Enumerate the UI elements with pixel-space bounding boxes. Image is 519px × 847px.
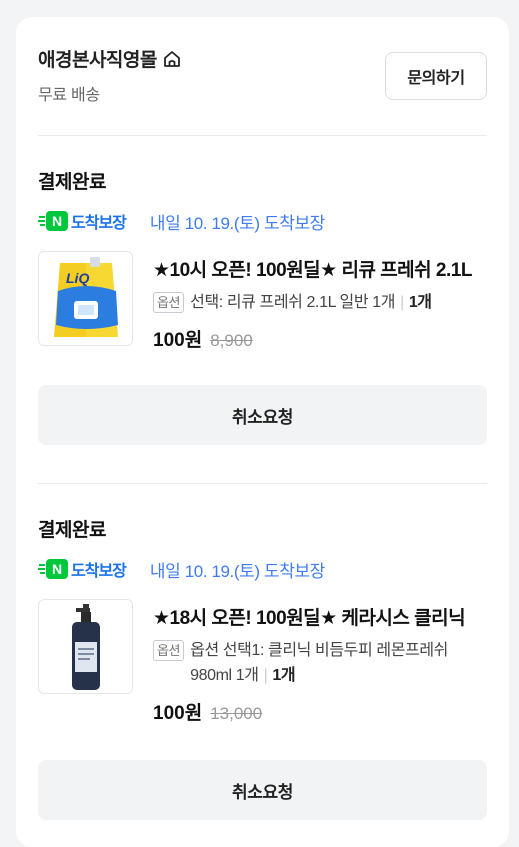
seller-name[interactable]: 애경본사직영몰 [38, 45, 157, 72]
product-info: ★18시 오픈! 100원딜★ 케라시스 클리닉 옵션 옵션 선택1: 클리닉 … [153, 599, 487, 725]
arrival-guarantee-logo: N 도착보장 [38, 557, 127, 581]
order-item: 결제완료 N 도착보장 내일 10. 19.(토) 도착보장 [38, 515, 487, 725]
divider [38, 483, 487, 484]
speed-lines-icon [38, 216, 45, 226]
product-thumbnail[interactable]: LiQ [38, 251, 133, 346]
product-title[interactable]: ★10시 오픈! 100원딜★ 리큐 프레쉬 2.1L [153, 255, 487, 282]
detergent-pouch-icon: LiQ [53, 256, 118, 337]
delivery-row: N 도착보장 내일 10. 19.(토) 도착보장 [38, 557, 487, 581]
delivery-row: N 도착보장 내일 10. 19.(토) 도착보장 [38, 209, 487, 233]
sale-price: 100원 [153, 330, 203, 351]
price-row: 100원 8,900 [153, 325, 487, 352]
order-status: 결제완료 [38, 172, 106, 193]
shampoo-bottle-icon [71, 603, 100, 690]
delivery-date: 내일 10. 19.(토) 도착보장 [149, 213, 325, 233]
original-price: 8,900 [210, 331, 253, 350]
product-title[interactable]: ★18시 오픈! 100원딜★ 케라시스 클리닉 [153, 603, 487, 630]
product-row[interactable]: LiQ ★10시 오픈! 100원딜★ 리큐 프레쉬 2.1L 옵션 선택: 리… [38, 251, 487, 352]
order-card: 애경본사직영몰 무료 배송 문의하기 결제완료 N 도착보장 내일 10. 19… [16, 17, 509, 847]
option-separator: | [400, 294, 404, 311]
seller-header: 애경본사직영몰 무료 배송 [38, 45, 182, 105]
seller-name-row[interactable]: 애경본사직영몰 [38, 45, 182, 72]
option-tag: 옵션 [153, 292, 185, 313]
sale-price: 100원 [153, 703, 203, 724]
product-option: 옵션 옵션 선택1: 클리닉 비듬두피 레몬프레쉬 980ml 1개 | 1개 [153, 638, 487, 688]
divider [38, 135, 487, 136]
arrival-guarantee-logo: N 도착보장 [38, 209, 127, 233]
cancel-request-button[interactable]: 취소요청 [38, 760, 487, 820]
price-row: 100원 13,000 [153, 698, 487, 725]
order-status: 결제완료 [38, 520, 106, 541]
guarantee-label: 도착보장 [71, 215, 127, 232]
shipping-info: 무료 배송 [38, 87, 100, 104]
speed-lines-icon [38, 564, 45, 574]
svg-text:LiQ: LiQ [66, 270, 89, 286]
product-option: 옵션 선택: 리큐 프레쉬 2.1L 일반 1개 | 1개 [153, 290, 487, 315]
guarantee-label: 도착보장 [71, 563, 127, 580]
quantity: 1개 [408, 294, 432, 311]
order-item: 결제완료 N 도착보장 내일 10. 19.(토) 도착보장 [38, 167, 487, 352]
product-thumbnail[interactable] [38, 599, 133, 694]
product-row[interactable]: ★18시 오픈! 100원딜★ 케라시스 클리닉 옵션 옵션 선택1: 클리닉 … [38, 599, 487, 725]
delivery-date: 내일 10. 19.(토) 도착보장 [149, 561, 325, 581]
naver-n-icon: N [46, 559, 68, 579]
original-price: 13,000 [210, 704, 263, 723]
option-tag: 옵션 [153, 640, 185, 661]
option-separator: | [263, 667, 268, 684]
option-text: 옵션 선택1: 클리닉 비듬두피 레몬프레쉬 980ml 1개 [190, 642, 448, 684]
store-home-icon[interactable] [162, 49, 182, 69]
quantity: 1개 [272, 667, 296, 684]
product-info: ★10시 오픈! 100원딜★ 리큐 프레쉬 2.1L 옵션 선택: 리큐 프레… [153, 251, 487, 352]
cancel-request-button[interactable]: 취소요청 [38, 385, 487, 445]
naver-n-icon: N [46, 211, 68, 231]
inquiry-button[interactable]: 문의하기 [385, 52, 487, 100]
option-text: 선택: 리큐 프레쉬 2.1L 일반 1개 [190, 294, 396, 311]
